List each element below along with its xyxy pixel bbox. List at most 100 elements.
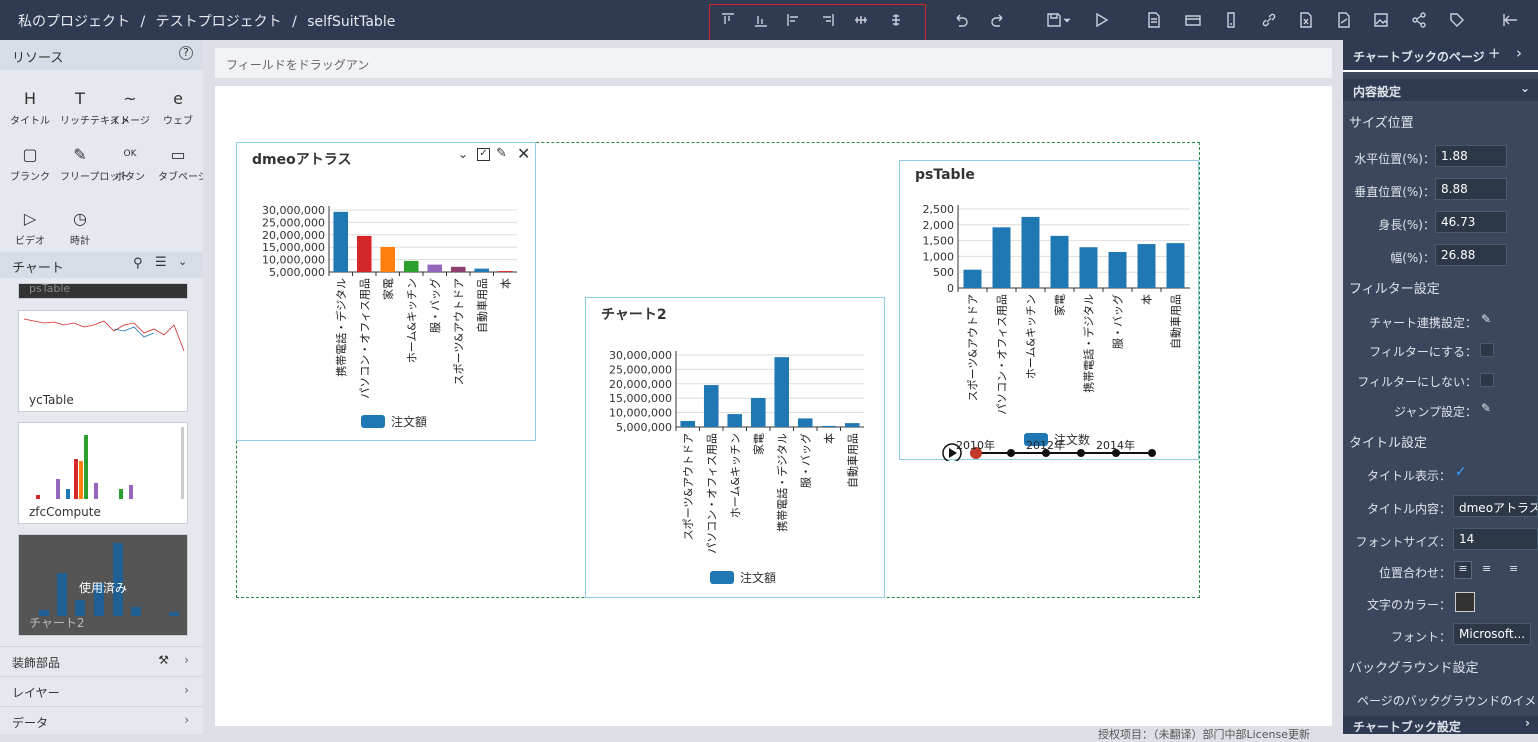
font-size-label: フォントサイズ： <box>1355 535 1451 549</box>
section-data[interactable]: データ › <box>0 706 203 734</box>
section-layers[interactable]: レイヤー › <box>0 676 203 704</box>
no-filter-label: フィルターにしない： <box>1357 375 1477 389</box>
align-bottom-icon[interactable] <box>750 9 772 31</box>
resource-label: イメージ <box>110 116 150 127</box>
breadcrumb-project[interactable]: テストプロジェクト <box>156 14 282 30</box>
breadcrumb-root[interactable]: 私のプロジェクト <box>18 14 130 30</box>
chart-svg: 30,000,00025,000,00020,000,00015,000,000… <box>262 204 517 429</box>
help-icon[interactable]: ? <box>179 46 193 60</box>
list-icon[interactable]: ☰ <box>155 255 167 270</box>
card-icon[interactable] <box>1182 9 1204 31</box>
chevron-down-icon[interactable]: ⌄ <box>178 255 187 268</box>
width-label: 幅(%)： <box>1390 251 1435 265</box>
width-input[interactable]: 26.88 <box>1435 244 1507 266</box>
bar <box>1050 235 1069 288</box>
chevron-down-icon[interactable] <box>1062 9 1072 31</box>
resource-8[interactable]: ▷ ビデオ <box>10 206 50 248</box>
font-size-input[interactable]: 14 <box>1453 528 1538 550</box>
chart-dmeo-atlas[interactable]: 30,000,000 25,000,000 20,000,000 15,000,000… <box>236 142 536 441</box>
y-tick-label: 10,000,000 <box>609 407 672 420</box>
height-input[interactable]: 46.73 <box>1435 211 1507 233</box>
resource-3[interactable]: e ウェブ <box>158 86 198 128</box>
resource-0[interactable]: H タイトル <box>10 86 50 128</box>
section-label: 装飾部品 <box>12 656 61 670</box>
share-icon[interactable] <box>1408 9 1430 31</box>
check-icon[interactable]: ✓ <box>477 148 490 161</box>
content-settings-header[interactable]: 内容設定 ⌄ <box>1343 79 1538 101</box>
left-panel: リソース ? H タイトル T リッチテキスト ~ イメージ e ウェブ ▢ ブランク ✎ フリープロ… <box>0 40 208 734</box>
resource-icon: ▭ <box>170 144 186 164</box>
align-center-text-icon[interactable]: ≡ <box>1482 562 1491 575</box>
v-pos-input[interactable]: 8.88 <box>1435 178 1507 200</box>
search-icon[interactable]: ⚲ <box>133 256 143 271</box>
close-icon[interactable]: ✕ <box>517 144 530 163</box>
edit-icon[interactable]: ✎ <box>496 146 507 161</box>
legend-swatch <box>710 571 734 584</box>
as-filter-checkbox[interactable] <box>1480 343 1494 357</box>
text-color-swatch[interactable] <box>1455 592 1475 612</box>
chart-title: dmeoアトラス <box>252 152 352 168</box>
link-icon[interactable] <box>1258 9 1280 31</box>
distribute-vertical-icon[interactable] <box>885 9 907 31</box>
back-arrow-icon[interactable] <box>1500 9 1522 31</box>
align-top-icon[interactable] <box>717 9 739 31</box>
bar <box>403 260 419 272</box>
resource-label: タブページ <box>158 172 208 183</box>
font-select[interactable]: Microsoft... <box>1453 623 1531 645</box>
align-right-icon[interactable] <box>816 9 838 31</box>
chart-pstable[interactable]: 2,500 2,000 1,500 1,000 500 0 スポーツ&アウトドア パソコン・オ… <box>899 160 1199 461</box>
align-left-icon[interactable] <box>783 9 805 31</box>
align-right-text-icon[interactable]: ≡ <box>1509 562 1518 575</box>
add-icon[interactable]: + <box>1488 44 1501 62</box>
bar <box>727 414 743 427</box>
title-content-input[interactable]: dmeoアトラス <box>1453 495 1538 517</box>
x-tick-label: 携帯電話・デジタル <box>775 433 789 532</box>
resource-7[interactable]: ▭ タブページ <box>158 142 208 184</box>
page-canvas[interactable]: 30,000,000 25,000,000 20,000,000 15,000,000… <box>215 86 1332 726</box>
chart-chart2[interactable]: 30,000,000 25,000,000 20,000,000 15,000,000… <box>585 297 885 598</box>
edit-icon[interactable]: ✎ <box>1481 312 1491 326</box>
resource-icon: e <box>173 88 183 108</box>
excel-icon[interactable] <box>1295 9 1317 31</box>
x-tick-label: ホーム&キッチン <box>729 433 742 518</box>
resource-6[interactable]: OK ボタン <box>110 142 150 183</box>
bar <box>380 247 396 272</box>
title-show-check-icon[interactable]: ✓ <box>1455 464 1467 480</box>
text-color-label: 文字のカラー： <box>1366 598 1451 612</box>
chartbook-settings-header[interactable]: チャートブック設定 › <box>1343 716 1538 734</box>
chart-thumb-chart2[interactable]: 使用済み チャート2 <box>18 534 188 636</box>
section-decorations[interactable]: 装飾部品 ⚒ › <box>0 646 203 674</box>
mobile-icon[interactable] <box>1220 9 1242 31</box>
chart-thumb-zfccompute[interactable]: zfcCompute <box>18 422 188 524</box>
x-tick-label: 服・バッグ <box>1111 294 1125 349</box>
page-bg-image-label[interactable]: ページのバックグラウンドのイメ <box>1357 692 1538 709</box>
undo-icon[interactable] <box>950 9 972 31</box>
chevron-down-icon[interactable]: ⌄ <box>458 147 468 161</box>
distribute-horizontal-icon[interactable] <box>850 9 872 31</box>
field-drop-zone[interactable]: フィールドをドラッグアン <box>215 48 1332 78</box>
resource-9[interactable]: ◷ 時計 <box>60 206 100 248</box>
resource-2[interactable]: ~ イメージ <box>110 86 150 128</box>
chart-thumb-pstable[interactable]: psTable <box>18 283 188 299</box>
no-filter-checkbox[interactable] <box>1480 373 1494 387</box>
resource-1[interactable]: T リッチテキスト <box>60 86 130 128</box>
chevron-right-icon: › <box>1525 716 1530 730</box>
h-pos-input[interactable]: 1.88 <box>1435 145 1507 167</box>
size-position-title: サイズ位置 <box>1349 116 1414 131</box>
page-tab-label[interactable]: チャートブックのページ <box>1353 48 1485 65</box>
chart-thumb-yctable[interactable]: ycTable <box>18 310 188 412</box>
document-icon[interactable] <box>1143 9 1165 31</box>
y-tick-label: 5,000,000 <box>269 266 325 279</box>
align-left-text-icon[interactable]: ≡ <box>1454 561 1472 579</box>
chevron-right-icon[interactable]: › <box>1516 44 1522 62</box>
x-tick-label: 家電 <box>751 433 765 455</box>
brush-icon[interactable]: ⚒ <box>158 653 169 667</box>
tag-icon[interactable] <box>1446 9 1468 31</box>
pdf-icon[interactable] <box>1333 9 1355 31</box>
resource-5[interactable]: ✎ フリープロット <box>60 142 129 184</box>
resource-4[interactable]: ▢ ブランク <box>10 142 50 184</box>
play-icon[interactable] <box>1090 9 1112 31</box>
redo-icon[interactable] <box>987 9 1009 31</box>
image-icon[interactable] <box>1370 9 1392 31</box>
edit-icon[interactable]: ✎ <box>1481 401 1491 415</box>
